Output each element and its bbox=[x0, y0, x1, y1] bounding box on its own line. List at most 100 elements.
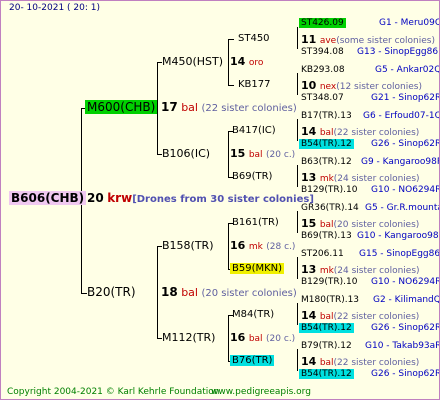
root-year: 20 bbox=[87, 191, 104, 205]
g5-queen[interactable]: KB293.08 bbox=[301, 65, 345, 75]
g3-queen[interactable]: B106(IC) bbox=[162, 147, 210, 160]
connector-line bbox=[297, 303, 298, 325]
g5-pedigree-link[interactable]: G5 - Gr.R.mounta bbox=[365, 203, 439, 213]
g2-year: 18 bbox=[161, 285, 178, 299]
connector-line bbox=[228, 223, 229, 269]
g4-queen[interactable]: ST450 bbox=[238, 33, 270, 44]
g3-year: 16 bbox=[230, 239, 246, 252]
g4-queen[interactable]: KB177 bbox=[238, 79, 271, 90]
g5-queen[interactable]: B54(TR).12 bbox=[299, 323, 354, 333]
g5-queen[interactable]: B79(TR).12 bbox=[301, 341, 352, 351]
g4-queen[interactable]: B76(TR) bbox=[230, 355, 275, 366]
g5-breed: bal bbox=[319, 312, 334, 322]
g3-breed: bal bbox=[248, 334, 263, 344]
g5-note: (some sister colonies) bbox=[336, 36, 435, 46]
g4-queen[interactable]: B69(TR) bbox=[232, 171, 272, 182]
connector-line bbox=[228, 39, 229, 85]
g3-queen[interactable]: B158(TR) bbox=[162, 239, 214, 252]
g5-queen[interactable]: B54(TR).12 bbox=[299, 139, 354, 149]
g2-year: 17 bbox=[161, 100, 178, 114]
g5-pedigree-link[interactable]: G13 - SinopEgg86R bbox=[357, 47, 439, 57]
g4-queen[interactable]: M84(TR) bbox=[232, 309, 274, 320]
g3-breed: mk bbox=[248, 242, 263, 252]
g5-info: 13 mk(24 sister colonies) bbox=[301, 171, 420, 184]
g2-queen-m600[interactable]: M600(CHB) bbox=[85, 100, 158, 114]
g5-breed: nex bbox=[319, 82, 337, 92]
g5-info: 14 bal(22 sister colonies) bbox=[301, 125, 419, 138]
g5-pedigree-link[interactable]: G26 - Sinop62R bbox=[371, 323, 439, 333]
g5-queen[interactable]: ST426.09 bbox=[299, 18, 346, 28]
g5-queen[interactable]: B69(TR).13 bbox=[301, 231, 352, 241]
g5-pedigree-link[interactable]: G10 - NO6294R bbox=[371, 277, 439, 287]
g2-note: (22 sister colonies) bbox=[201, 103, 297, 114]
root-info: 20 krw[Drones from 30 sister colonies] bbox=[87, 191, 314, 205]
g5-queen[interactable]: ST394.08 bbox=[301, 47, 344, 57]
g5-pedigree-link[interactable]: G21 - Sinop62R bbox=[371, 93, 439, 103]
g3-breed: oro bbox=[248, 58, 264, 68]
g5-info: 15 bal(20 sister colonies) bbox=[301, 217, 419, 230]
connector-line bbox=[297, 73, 298, 95]
g5-pedigree-link[interactable]: G10 - NO6294R bbox=[371, 185, 439, 195]
g2-breed: bal bbox=[181, 286, 198, 299]
g5-info: 11 ave(some sister colonies) bbox=[301, 33, 435, 46]
g5-breed: mk bbox=[319, 266, 334, 276]
g5-year: 13 bbox=[301, 263, 317, 276]
g5-pedigree-link[interactable]: G10 - Kangaroo98R bbox=[357, 231, 439, 241]
g5-note: (22 sister colonies) bbox=[333, 128, 420, 138]
g5-breed: bal bbox=[319, 220, 334, 230]
g5-queen[interactable]: GR36(TR).14 bbox=[301, 203, 359, 213]
root-note: [Drones from 30 sister colonies] bbox=[132, 194, 314, 205]
connector-line bbox=[157, 246, 158, 338]
g5-queen[interactable]: M180(TR).13 bbox=[301, 295, 359, 305]
g5-pedigree-link[interactable]: G26 - Sinop62R bbox=[371, 139, 439, 149]
g5-queen[interactable]: B63(TR).12 bbox=[301, 157, 352, 167]
g3-info: 14 oro bbox=[230, 55, 263, 68]
g5-info: 13 mk(24 sister colonies) bbox=[301, 263, 420, 276]
g3-queen[interactable]: M112(TR) bbox=[162, 331, 215, 344]
g4-queen[interactable]: B161(TR) bbox=[232, 217, 279, 228]
g5-breed: bal bbox=[319, 358, 334, 368]
g2-queen-b20[interactable]: B20(TR) bbox=[87, 285, 136, 299]
g5-pedigree-link[interactable]: G2 - KilimandQ bbox=[373, 295, 439, 305]
g5-queen[interactable]: B129(TR).10 bbox=[301, 185, 357, 195]
g5-pedigree-link[interactable]: G1 - Meru09Q bbox=[379, 18, 439, 28]
g5-breed: mk bbox=[319, 174, 334, 184]
root-breed: krw bbox=[107, 191, 133, 205]
g5-note: (22 sister colonies) bbox=[333, 312, 420, 322]
g5-queen[interactable]: B129(TR).10 bbox=[301, 277, 357, 287]
g2-info: 17 bal (22 sister colonies) bbox=[161, 100, 297, 114]
g5-note: (24 sister colonies) bbox=[333, 174, 420, 184]
g5-pedigree-link[interactable]: G9 - Kangaroo98R bbox=[361, 157, 439, 167]
root-queen[interactable]: B606(CHB) bbox=[9, 191, 87, 205]
g5-queen[interactable]: ST206.11 bbox=[301, 249, 344, 259]
footer-copyright: Copyright 2004-2021 © Karl Kehrle Founda… bbox=[7, 387, 220, 397]
g5-note: (20 sister colonies) bbox=[333, 220, 420, 230]
connector-line bbox=[297, 257, 298, 279]
g5-year: 14 bbox=[301, 355, 317, 368]
g5-info: 14 bal(22 sister colonies) bbox=[301, 355, 419, 368]
g5-queen[interactable]: ST348.07 bbox=[301, 93, 344, 103]
g5-pedigree-link[interactable]: G10 - Takab93aR bbox=[365, 341, 439, 351]
g5-pedigree-link[interactable]: G15 - SinopEgg86R bbox=[359, 249, 439, 259]
g5-year: 10 bbox=[301, 79, 317, 92]
g5-info: 10 nex(12 sister colonies) bbox=[301, 79, 422, 92]
g3-year: 15 bbox=[230, 147, 246, 160]
g5-queen[interactable]: B17(TR).13 bbox=[301, 111, 352, 121]
g5-pedigree-link[interactable]: G5 - Ankar02Q bbox=[375, 65, 439, 75]
header-date: 20- 10-2021 ( 20: 1) bbox=[9, 3, 100, 13]
g5-queen[interactable]: B54(TR).12 bbox=[299, 369, 354, 379]
g4-queen[interactable]: B59(MKN) bbox=[230, 263, 285, 274]
g5-year: 14 bbox=[301, 309, 317, 322]
footer-url[interactable]: www.pedigreeapis.org bbox=[211, 387, 311, 397]
g4-queen[interactable]: B417(IC) bbox=[232, 125, 276, 136]
connector-line bbox=[297, 211, 298, 233]
connector-line bbox=[228, 131, 229, 177]
g5-pedigree-link[interactable]: G26 - Sinop62R bbox=[371, 369, 439, 379]
g5-year: 13 bbox=[301, 171, 317, 184]
connector-line bbox=[228, 39, 234, 40]
g5-pedigree-link[interactable]: G6 - Erfoud07-1Q bbox=[363, 111, 439, 121]
connector-line bbox=[297, 27, 298, 49]
g5-year: 15 bbox=[301, 217, 317, 230]
g3-info: 16 mk (28 c.) bbox=[230, 239, 295, 252]
g3-queen[interactable]: M450(HST) bbox=[162, 55, 223, 68]
